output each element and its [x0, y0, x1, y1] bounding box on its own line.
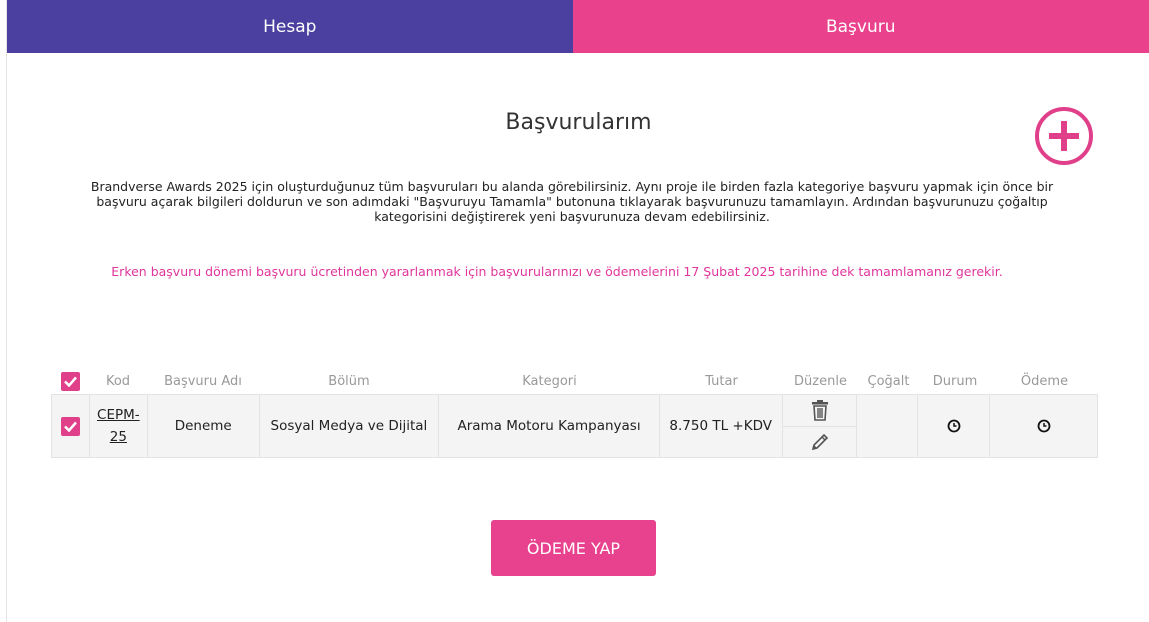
- table-header: Kod Başvuru Adı Bölüm Kategori Tutar Düz…: [51, 368, 1098, 394]
- row-tutar-cell: 8.750 TL +KDV: [660, 395, 783, 457]
- row-odeme-cell: [990, 395, 1097, 457]
- add-application-button[interactable]: [1033, 105, 1095, 167]
- row-select-cell: [52, 395, 90, 457]
- select-all-checkbox[interactable]: [60, 371, 80, 391]
- applications-table: Kod Başvuru Adı Bölüm Kategori Tutar Düz…: [51, 368, 1098, 458]
- header-duzenle: Düzenle: [794, 373, 847, 389]
- clock-icon: [947, 419, 961, 433]
- header-tutar: Tutar: [705, 373, 738, 389]
- plus-circle-icon: [1035, 107, 1093, 165]
- select-all-cell: [51, 371, 89, 391]
- header-cogalt: Çoğalt: [867, 373, 910, 389]
- early-deadline-notice: Erken başvuru dönemi başvuru ücretinden …: [111, 264, 1003, 279]
- pencil-icon: [811, 433, 828, 450]
- page-frame: Hesap Başvuru Başvurularım Brandverse Aw…: [6, 0, 1149, 622]
- row-duzenle-cell: [782, 395, 858, 458]
- header-ad: Başvuru Adı: [164, 373, 242, 389]
- row-kod-cell: CEPM-25: [90, 395, 148, 457]
- clock-icon: [1037, 419, 1050, 433]
- header-bolum: Bölüm: [328, 373, 370, 389]
- top-tabs: Hesap Başvuru: [7, 0, 1149, 53]
- header-kategori: Kategori: [522, 373, 577, 389]
- check-icon: [63, 376, 77, 387]
- row-bolum-cell: Sosyal Medya ve Dijital: [260, 395, 440, 457]
- trash-icon: [811, 400, 828, 422]
- row-durum-cell: [918, 395, 991, 457]
- row-checkbox[interactable]: [60, 416, 80, 436]
- tab-account[interactable]: Hesap: [7, 0, 573, 53]
- application-code-link[interactable]: CEPM-25: [90, 404, 147, 448]
- delete-button[interactable]: [782, 395, 857, 427]
- header-durum: Durum: [932, 373, 978, 389]
- table-row: CEPM-25 Deneme Sosyal Medya ve Dijital A…: [51, 394, 1098, 458]
- check-icon: [64, 421, 77, 432]
- edit-button[interactable]: [783, 427, 857, 458]
- intro-text: Brandverse Awards 2025 için oluşturduğun…: [90, 179, 1054, 224]
- row-kategori-cell: Arama Motoru Kampanyası: [439, 395, 660, 457]
- pay-button[interactable]: ÖDEME YAP: [491, 520, 656, 576]
- header-odeme: Ödeme: [1020, 373, 1069, 389]
- tab-application[interactable]: Başvuru: [572, 0, 1149, 53]
- header-kod: Kod: [105, 373, 131, 389]
- page-title: Başvurularım: [505, 110, 652, 135]
- row-cogalt-cell: [857, 395, 919, 457]
- row-ad-cell: Deneme: [148, 395, 260, 457]
